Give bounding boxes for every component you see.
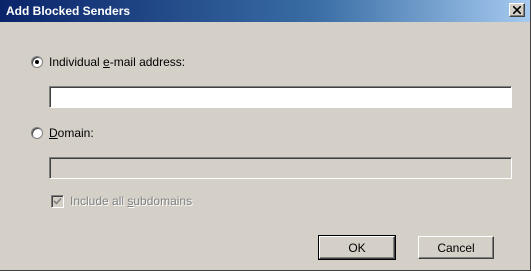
domain-radio[interactable]: [31, 127, 43, 139]
individual-email-label[interactable]: Individual e-mail address:: [49, 55, 185, 69]
individual-email-radio[interactable]: [31, 56, 43, 68]
title-bar[interactable]: Add Blocked Senders: [0, 0, 530, 22]
individual-email-input[interactable]: [49, 86, 512, 108]
dialog-title: Add Blocked Senders: [6, 4, 131, 18]
domain-input[interactable]: [49, 157, 512, 179]
add-blocked-senders-dialog: Add Blocked Senders Individual e-mail ad…: [0, 0, 531, 271]
close-icon: [513, 6, 521, 14]
cancel-button[interactable]: Cancel: [418, 236, 494, 259]
include-subdomains-label[interactable]: Include all subdomains: [70, 194, 192, 208]
domain-radio-row[interactable]: Domain:: [31, 126, 94, 140]
close-button[interactable]: [509, 3, 525, 17]
ok-button[interactable]: OK: [318, 235, 396, 260]
domain-label[interactable]: Domain:: [49, 126, 94, 140]
individual-email-radio-row[interactable]: Individual e-mail address:: [31, 55, 185, 69]
include-subdomains-row[interactable]: Include all subdomains: [51, 194, 192, 208]
checkmark-icon: [53, 197, 62, 205]
radio-selected-dot: [35, 60, 39, 64]
include-subdomains-checkbox[interactable]: [51, 194, 64, 208]
